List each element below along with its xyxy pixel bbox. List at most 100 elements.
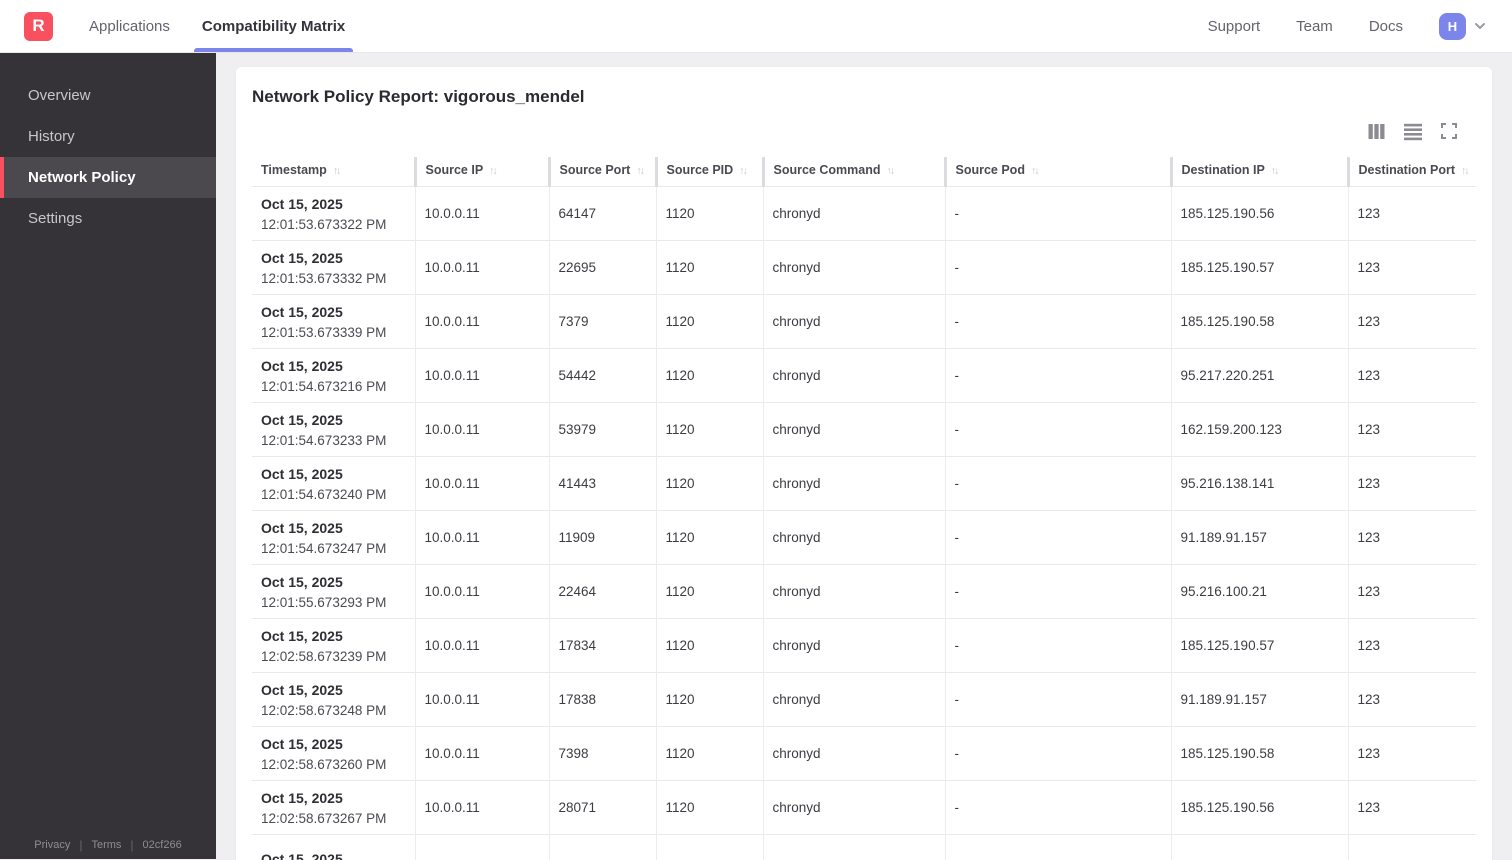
cell-source-ip: 10.0.0.11 (414, 618, 549, 673)
cell-timestamp: Oct 15, 2025 12:01:54.673247 PM (252, 510, 415, 565)
cell-timestamp: Oct 15, 2025 12:01:53.673339 PM (252, 294, 415, 349)
cell-source-ip: 10.0.0.11 (414, 294, 549, 349)
view-toolbar (252, 121, 1476, 141)
sidebar-item-settings[interactable]: Settings (0, 198, 216, 239)
timestamp-date: Oct 15, 2025 (261, 411, 343, 428)
avatar[interactable]: H (1439, 12, 1466, 40)
sort-icon[interactable]: ↑↓ (1031, 165, 1039, 177)
build-id: 02cf266 (142, 839, 182, 851)
cell-source-command: chronyd (762, 726, 945, 781)
sidebar-item-network-policy[interactable]: Network Policy (0, 157, 216, 198)
cell-source-port: 17834 (548, 618, 656, 673)
rows-icon[interactable] (1403, 122, 1423, 141)
report-card: Network Policy Report: vigorous_mendel T… (236, 67, 1492, 860)
cell-source-command: chronyd (762, 564, 945, 619)
cell-source-pod: - (944, 186, 1171, 241)
chevron-down-icon[interactable] (1472, 18, 1488, 34)
cell-source-ip: 10.0.0.11 (414, 564, 549, 619)
cell-source-pid: 1120 (655, 564, 763, 619)
cell-source-command: chronyd (762, 618, 945, 673)
column-header-destination-ip[interactable]: Destination IP ↑↓ (1169, 157, 1348, 187)
cell-source-port: 7379 (548, 294, 656, 349)
timestamp-time: 12:01:54.673247 PM (261, 540, 387, 556)
timestamp-time: 12:01:54.673233 PM (261, 432, 387, 448)
cell-source-pid: 1120 (655, 186, 763, 241)
column-label: Source IP (425, 163, 484, 177)
sort-icon[interactable]: ↑↓ (1461, 165, 1469, 177)
timestamp-date: Oct 15, 2025 (261, 789, 343, 806)
table-row: Oct 15, 2025 12:01:55.673293 PM 10.0.0.11 2… (252, 564, 1476, 619)
cell-source-port (548, 834, 656, 860)
cell-source-pid: 1120 (655, 726, 763, 781)
tab-applications[interactable]: Applications (81, 0, 178, 52)
footer-link-terms[interactable]: Terms (91, 839, 121, 851)
network-policy-table: Timestamp ↑↓ Source IP ↑↓ Source Port ↑↓ Sourc… (252, 157, 1476, 860)
app-logo[interactable]: R (24, 11, 53, 41)
nav-right: Support Team Docs H (1208, 12, 1488, 40)
cell-timestamp: Oct 15, 2025 12:01:55.673293 PM (252, 564, 415, 619)
timestamp-time: 12:02:58.673248 PM (261, 702, 387, 718)
sort-icon[interactable]: ↑↓ (636, 165, 644, 177)
cell-dest-port: 123 (1347, 294, 1476, 349)
column-header-source-ip[interactable]: Source IP ↑↓ (413, 157, 549, 187)
cell-dest-port: 123 (1347, 240, 1476, 295)
cell-timestamp: Oct 15, 2025 12:02:58.673248 PM (252, 672, 415, 727)
table-row: Oct 15, 2025 12:02:58.673267 PM 10.0.0.11 2… (252, 780, 1476, 835)
cell-dest-ip: 91.189.91.157 (1170, 672, 1348, 727)
cell-source-pod: - (944, 564, 1171, 619)
table-row: Oct 15, 2025 12:01:54.673247 PM 10.0.0.11 1… (252, 510, 1476, 565)
cell-dest-port: 123 (1347, 186, 1476, 241)
nav-link-docs[interactable]: Docs (1369, 18, 1403, 35)
timestamp-date: Oct 15, 2025 (261, 519, 343, 536)
cell-source-ip: 10.0.0.11 (414, 726, 549, 781)
sort-icon[interactable]: ↑↓ (333, 165, 341, 177)
cell-dest-ip: 95.216.138.141 (1170, 456, 1348, 511)
columns-icon[interactable] (1367, 122, 1386, 141)
cell-source-pod (944, 834, 1171, 860)
column-header-source-port[interactable]: Source Port ↑↓ (547, 157, 656, 187)
column-label: Source PID (666, 163, 734, 177)
cell-timestamp: Oct 15, 2025 (252, 834, 415, 860)
timestamp-date: Oct 15, 2025 (261, 851, 343, 860)
sidebar-item-history[interactable]: History (0, 116, 216, 157)
top-navbar: R Applications Compatibility Matrix Suppo… (0, 0, 1512, 53)
footer-divider: | (79, 838, 83, 852)
fullscreen-icon[interactable] (1440, 122, 1458, 140)
nav-tabs: Applications Compatibility Matrix (81, 0, 354, 52)
sidebar-nav: Overview History Network Policy Settings (0, 75, 216, 239)
cell-dest-port: 123 (1347, 618, 1476, 673)
nav-link-support[interactable]: Support (1208, 18, 1261, 35)
timestamp-time: 12:02:58.673267 PM (261, 810, 387, 826)
sort-icon[interactable]: ↑↓ (1271, 165, 1279, 177)
column-header-source-command[interactable]: Source Command ↑↓ (761, 157, 945, 187)
tab-compatibility-matrix[interactable]: Compatibility Matrix (193, 0, 354, 52)
sidebar-item-overview[interactable]: Overview (0, 75, 216, 116)
cell-dest-port: 123 (1347, 510, 1476, 565)
cell-source-port: 53979 (548, 402, 656, 457)
footer-link-privacy[interactable]: Privacy (34, 839, 70, 851)
column-label: Destination Port (1358, 163, 1456, 177)
column-label: Source Pod (955, 163, 1025, 177)
cell-source-pid: 1120 (655, 780, 763, 835)
cell-dest-port: 123 (1347, 564, 1476, 619)
sidebar-footer: Privacy | Terms | 02cf266 (0, 838, 216, 852)
column-label: Source Port (559, 163, 631, 177)
column-header-source-pod[interactable]: Source Pod ↑↓ (943, 157, 1171, 187)
sort-icon[interactable]: ↑↓ (886, 165, 894, 177)
timestamp-date: Oct 15, 2025 (261, 627, 343, 644)
column-label: Source Command (773, 163, 881, 177)
cell-source-pid: 1120 (655, 618, 763, 673)
nav-link-team[interactable]: Team (1296, 18, 1333, 35)
sort-icon[interactable]: ↑↓ (739, 165, 747, 177)
cell-source-ip: 10.0.0.11 (414, 186, 549, 241)
column-header-source-pid[interactable]: Source PID ↑↓ (654, 157, 763, 187)
timestamp-time: 12:01:54.673240 PM (261, 486, 387, 502)
cell-source-pod: - (944, 510, 1171, 565)
table-row: Oct 15, 2025 12:01:54.673233 PM 10.0.0.11 5… (252, 402, 1476, 457)
cell-dest-ip: 162.159.200.123 (1170, 402, 1348, 457)
cell-timestamp: Oct 15, 2025 12:01:53.673332 PM (252, 240, 415, 295)
sort-icon[interactable]: ↑↓ (489, 165, 497, 177)
column-header-timestamp[interactable]: Timestamp ↑↓ (252, 157, 415, 187)
user-menu[interactable]: H (1439, 12, 1488, 40)
column-header-destination-port[interactable]: Destination Port ↑↓ (1346, 157, 1476, 187)
